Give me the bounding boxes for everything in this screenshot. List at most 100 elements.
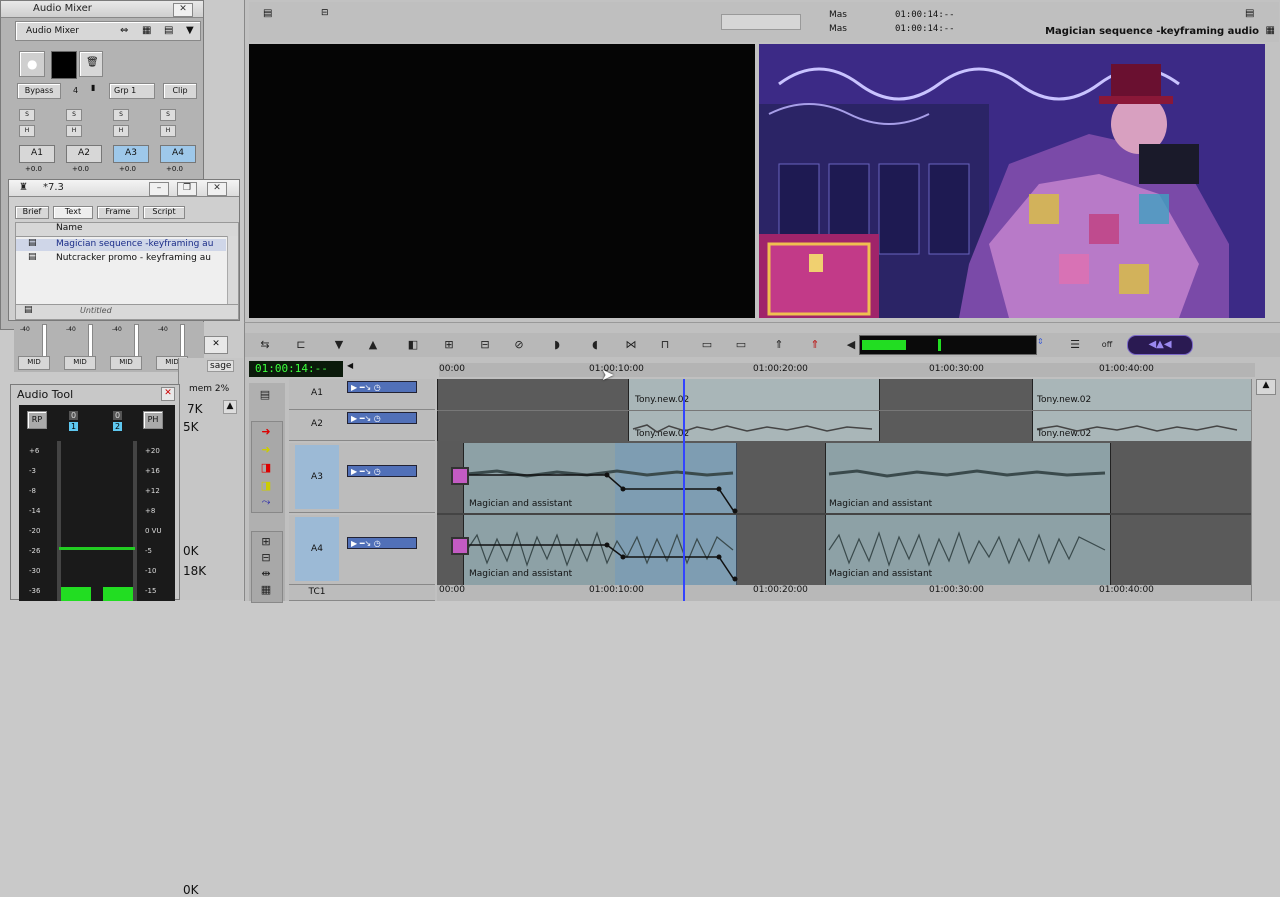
sync-icon[interactable]: ⇔	[120, 25, 128, 36]
tab-frame[interactable]: Frame	[97, 206, 139, 219]
extract-icon[interactable]: ⊟	[475, 337, 495, 353]
solo-button[interactable]: S	[113, 109, 129, 121]
solo-button[interactable]: S	[160, 109, 176, 121]
close-icon[interactable]: ✕	[161, 387, 175, 401]
position-meter[interactable]	[859, 335, 1037, 355]
red-arrow-icon[interactable]: ➜	[256, 424, 276, 440]
yellow-arrow-icon[interactable]: ➜	[256, 442, 276, 458]
clip-button[interactable]: Clip	[163, 83, 197, 99]
close-icon[interactable]: ✕	[173, 3, 193, 17]
playhead[interactable]	[683, 379, 685, 601]
track-button[interactable]: A2	[66, 145, 102, 163]
avid-logo[interactable]: ◀▲◀	[1127, 335, 1193, 355]
splice-icon[interactable]: ▭	[697, 337, 717, 353]
clip-thumb-a4[interactable]	[451, 537, 469, 555]
clip-thumb-a3[interactable]	[451, 467, 469, 485]
group-button[interactable]: Grp 1	[109, 83, 155, 99]
scrollbar[interactable]	[227, 236, 238, 305]
yellow-segment-icon[interactable]: ◨	[256, 478, 276, 494]
lift-icon[interactable]: ⊞	[439, 337, 459, 353]
audio-mixer-titlebar[interactable]: Audio Mixer ✕	[1, 1, 203, 18]
speaker-icon[interactable]: ◀	[841, 337, 861, 353]
no-entry-icon[interactable]: ⊘	[509, 337, 529, 353]
dropdown-icon[interactable]: ▼	[186, 25, 194, 36]
restore-icon[interactable]: ❐	[177, 182, 197, 196]
stepper-icon[interactable]: ⇕	[1037, 337, 1044, 346]
mute-button[interactable]: H	[160, 125, 176, 137]
settings-icon[interactable]: ⇆	[255, 337, 275, 353]
timeline-timecode[interactable]: 01:00:14:--	[249, 361, 343, 377]
black-swatch[interactable]	[51, 51, 77, 79]
menu-icon[interactable]: ▤	[164, 25, 173, 36]
mark-in-icon[interactable]: ◗	[547, 337, 567, 353]
column-header-name[interactable]: Name	[16, 223, 238, 237]
film-icon[interactable]: ▦	[256, 582, 276, 598]
track-header[interactable]: A3 ▶ ━↘ ◷	[289, 443, 435, 513]
bypass-button[interactable]: Bypass	[17, 83, 61, 99]
link-icon[interactable]: ▮	[91, 83, 95, 92]
mute-button[interactable]: H	[66, 125, 82, 137]
channel-1-button[interactable]: 1	[69, 422, 79, 431]
match-frame-icon[interactable]: ⊏	[291, 337, 311, 353]
mid-button[interactable]: MID	[110, 356, 142, 370]
track-header[interactable]: A4 ▶ ━↘ ◷	[289, 515, 435, 585]
keyframe-controls-icon[interactable]: ▶ ━↘ ◷	[347, 465, 417, 477]
mute-button[interactable]: H	[113, 125, 129, 137]
grid-icon[interactable]: ▦	[142, 25, 151, 36]
timeline-menu-icon[interactable]: ▤	[255, 387, 275, 403]
ruler-scroll-left-icon[interactable]: ◀	[347, 361, 353, 370]
mid-button[interactable]: MID	[18, 356, 50, 370]
monitor-icon[interactable]: ⊞	[256, 534, 276, 550]
scroll-up-icon[interactable]: ▲	[1256, 379, 1276, 395]
track-button[interactable]: A1	[19, 145, 55, 163]
track-button[interactable]: A4	[160, 145, 196, 163]
track-button[interactable]: A3	[113, 145, 149, 163]
add-keyframe-icon[interactable]: ⇑	[805, 337, 825, 353]
track-label[interactable]: A4	[295, 517, 339, 581]
segment-icon[interactable]: ◧	[403, 337, 423, 353]
source-timecode-field[interactable]	[721, 14, 801, 30]
off-icon[interactable]: off	[1097, 337, 1117, 353]
timeline-ruler[interactable]: 00:00 01:00:10:00 01:00:20:00 01:00:30:00 01…	[439, 363, 1255, 377]
solo-button[interactable]: S	[19, 109, 35, 121]
source-monitor[interactable]	[249, 44, 755, 318]
bin-titlebar[interactable]: ♜ *7.3 – ❐ ✕	[9, 180, 239, 197]
track-label[interactable]: A1	[295, 381, 339, 406]
list-item[interactable]: ▤ Nutcracker promo - keyframing au	[16, 252, 226, 265]
red-segment-icon[interactable]: ◨	[256, 460, 276, 476]
minimize-icon[interactable]: –	[149, 182, 169, 196]
tab-text[interactable]: Text	[53, 206, 93, 219]
track-header[interactable]: A2 ▶ ━↘ ◷	[289, 410, 435, 441]
ph-button[interactable]: PH	[143, 411, 163, 429]
record-monitor[interactable]	[759, 44, 1265, 318]
bin-menu-icon[interactable]: ▤	[24, 305, 33, 315]
mute-button[interactable]: H	[19, 125, 35, 137]
list-icon[interactable]: ☰	[1065, 337, 1085, 353]
track-label[interactable]: TC1	[295, 587, 339, 597]
track-header[interactable]: TC1	[289, 585, 435, 601]
mark-clip-icon[interactable]: ⋈	[621, 337, 641, 353]
rp-button[interactable]: RP	[27, 411, 47, 429]
sliders-icon[interactable]: ⇹	[256, 566, 276, 582]
record-button[interactable]: ●	[19, 51, 45, 77]
keyframe-controls-icon[interactable]: ▶ ━↘ ◷	[347, 412, 417, 424]
list-item[interactable]: ▤ Magician sequence -keyframing au	[16, 238, 226, 251]
delete-button[interactable]: 🗑	[79, 51, 103, 77]
trim-icon[interactable]: ⊓	[655, 337, 675, 353]
close-icon[interactable]: ✕	[207, 182, 227, 196]
overwrite-icon[interactable]: ▭	[731, 337, 751, 353]
mixer-close-stub[interactable]: ✕	[204, 336, 228, 354]
audio-keyframe-icon[interactable]: ⇑	[769, 337, 789, 353]
tab-script[interactable]: Script	[143, 206, 185, 219]
mark-out-icon[interactable]: ◖	[585, 337, 605, 353]
timeline-scrollbar[interactable]: ▲	[1251, 379, 1280, 601]
display-icon[interactable]: ⊟	[256, 550, 276, 566]
clip-menu-icon[interactable]: ⊟	[321, 8, 329, 18]
solo-button[interactable]: S	[66, 109, 82, 121]
channel-2-button[interactable]: 2	[113, 422, 123, 431]
source-menu-icon[interactable]: ▤	[263, 8, 272, 19]
keyframe-controls-icon[interactable]: ▶ ━↘ ◷	[347, 537, 417, 549]
track-label[interactable]: A3	[295, 445, 339, 509]
track-header[interactable]: A1 ▶ ━↘ ◷	[289, 379, 435, 410]
keyframe-controls-icon[interactable]: ▶ ━↘ ◷	[347, 381, 417, 393]
